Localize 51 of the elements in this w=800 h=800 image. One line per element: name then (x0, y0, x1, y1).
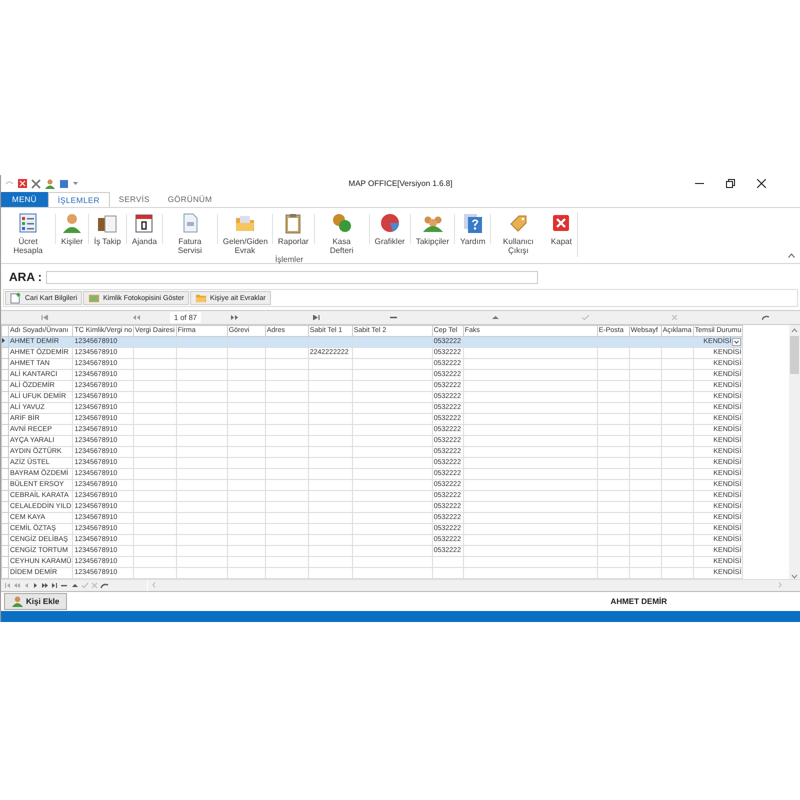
search-label: ARA : (9, 270, 42, 284)
ribbon-button[interactable]: Grafikler (370, 212, 410, 246)
folder-icon (195, 292, 208, 304)
group-label: İşlemler (275, 255, 304, 264)
ribbon-button[interactable]: Kasa Defteri (314, 212, 369, 256)
ribbon-tab[interactable]: İŞLEMLER (48, 192, 110, 208)
pie-chart-icon (378, 212, 401, 234)
close-icon[interactable] (757, 179, 766, 188)
window-title: MAP OFFICE[Versiyon 1.6.8] (348, 179, 452, 188)
redo-icon[interactable] (762, 314, 769, 320)
ribbon-button[interactable]: Takipçiler (410, 212, 454, 246)
ribbon-button[interactable]: Gelen/Giden Evrak (218, 212, 272, 256)
ribbon-button[interactable]: Raporlar (272, 212, 314, 246)
card-icon (10, 292, 22, 304)
coins-icon (330, 212, 353, 234)
current-row-icon (2, 338, 5, 343)
ribbon-tab[interactable]: GÖRÜNÜM (158, 192, 222, 208)
up-icon[interactable] (492, 314, 499, 320)
scroll-thumb[interactable] (790, 336, 799, 374)
person-icon (61, 212, 83, 234)
vertical-scrollbar[interactable] (789, 324, 800, 579)
ribbon-button[interactable]: Kullanıcı Çıkışı (491, 212, 546, 256)
ribbon-tab[interactable]: SERVİS (110, 192, 159, 208)
ribbon-button[interactable]: İş Takip (89, 212, 126, 246)
dropdown-icon[interactable] (732, 338, 742, 346)
last-icon[interactable] (312, 314, 320, 320)
search-field[interactable] (46, 270, 538, 284)
next-page-icon[interactable] (230, 314, 238, 320)
scroll-up-icon[interactable] (791, 328, 798, 333)
calendar-icon (133, 212, 156, 234)
ribbon-tab[interactable]: MENÜ (1, 192, 48, 208)
ribbon-button[interactable]: Ücret Hesapla (1, 212, 55, 256)
collapse-icon[interactable] (788, 253, 795, 258)
ribbon-button[interactable]: Ajanda (126, 212, 162, 246)
check-icon[interactable] (582, 314, 589, 320)
first-icon[interactable] (41, 314, 48, 320)
minus-icon[interactable] (390, 314, 397, 320)
person-icon[interactable] (45, 178, 55, 189)
person-icon (12, 596, 23, 607)
ribbon-button[interactable]: Kapat (545, 212, 578, 246)
ribbon-button[interactable]: Kişiler (56, 212, 88, 246)
ribbon-button[interactable]: Fatura Servisi (162, 212, 217, 256)
previous-page-icon[interactable] (133, 314, 140, 320)
photo-icon (88, 292, 100, 304)
scroll-down-icon[interactable] (791, 574, 798, 579)
restore-icon[interactable] (726, 179, 735, 188)
add-person-button[interactable]: Kişi Ekle (4, 592, 68, 610)
ribbon-button[interactable]: Yardım (455, 212, 490, 246)
list-icon (17, 212, 39, 234)
dropdown-icon[interactable] (73, 182, 78, 186)
current-person: AHMET DEMİR (610, 596, 667, 606)
